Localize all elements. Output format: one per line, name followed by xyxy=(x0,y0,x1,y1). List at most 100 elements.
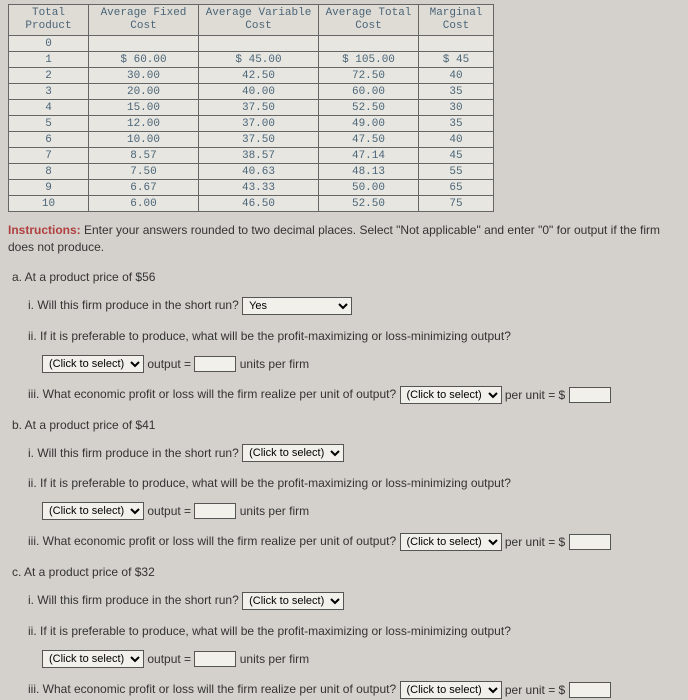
part-a-title: a. At a product price of $56 xyxy=(12,270,680,284)
c-q2-select[interactable]: (Click to select) xyxy=(42,650,144,668)
table-cell: 55 xyxy=(419,164,494,180)
table-cell: 40.63 xyxy=(199,164,319,180)
table-cell: 65 xyxy=(419,180,494,196)
table-cell: 0 xyxy=(9,36,89,52)
table-cell: 2 xyxy=(9,68,89,84)
table-cell: 15.00 xyxy=(89,100,199,116)
table-cell: 50.00 xyxy=(319,180,419,196)
table-cell: $ 60.00 xyxy=(89,52,199,68)
part-c-title: c. At a product price of $32 xyxy=(12,565,680,579)
table-cell xyxy=(89,36,199,52)
table-cell: 10.00 xyxy=(89,132,199,148)
b-q1-text: i. Will this firm produce in the short r… xyxy=(28,446,239,460)
table-cell: 6 xyxy=(9,132,89,148)
b-q2-output-label: output = xyxy=(147,504,191,518)
th-avc: Average Variable Cost xyxy=(199,5,319,36)
c-q1-text: i. Will this firm produce in the short r… xyxy=(28,593,239,607)
cost-table: Total Product Average Fixed Cost Average… xyxy=(8,4,494,212)
table-cell xyxy=(319,36,419,52)
table-cell: 43.33 xyxy=(199,180,319,196)
instructions: Instructions: Enter your answers rounded… xyxy=(8,222,680,256)
table-cell: 20.00 xyxy=(89,84,199,100)
a-q2-text: ii. If it is preferable to produce, what… xyxy=(28,329,511,343)
c-q2-output-input[interactable] xyxy=(194,651,236,667)
table-cell: 10 xyxy=(9,196,89,212)
table-cell: 48.13 xyxy=(319,164,419,180)
table-cell: 35 xyxy=(419,116,494,132)
c-q3-select[interactable]: (Click to select) xyxy=(400,681,502,699)
table-cell: 47.14 xyxy=(319,148,419,164)
a-q3-text: iii. What economic profit or loss will t… xyxy=(28,387,396,401)
table-cell: 40 xyxy=(419,68,494,84)
table-row: 320.0040.0060.0035 xyxy=(9,84,494,100)
th-total-product: Total Product xyxy=(9,5,89,36)
a-q2-output-label: output = xyxy=(147,357,191,371)
table-cell: 30 xyxy=(419,100,494,116)
b-q2-units: units per firm xyxy=(240,504,309,518)
table-row: 87.5040.6348.1355 xyxy=(9,164,494,180)
c-q2-text: ii. If it is preferable to produce, what… xyxy=(28,624,511,638)
a-q1-text: i. Will this firm produce in the short r… xyxy=(28,298,239,312)
table-cell: $ 45.00 xyxy=(199,52,319,68)
th-afc: Average Fixed Cost xyxy=(89,5,199,36)
table-cell xyxy=(419,36,494,52)
table-cell: 45 xyxy=(419,148,494,164)
table-cell: 46.50 xyxy=(199,196,319,212)
instructions-lead: Instructions: xyxy=(8,223,81,237)
table-cell: 40 xyxy=(419,132,494,148)
table-row: 230.0042.5072.5040 xyxy=(9,68,494,84)
a-q1-select[interactable]: Yes xyxy=(242,297,352,315)
c-q3-input[interactable] xyxy=(569,682,611,698)
table-row: 610.0037.5047.5040 xyxy=(9,132,494,148)
table-cell: 38.57 xyxy=(199,148,319,164)
table-cell: 5 xyxy=(9,116,89,132)
table-cell: 4 xyxy=(9,100,89,116)
table-row: 106.0046.5052.5075 xyxy=(9,196,494,212)
table-cell xyxy=(199,36,319,52)
table-cell: 6.67 xyxy=(89,180,199,196)
table-cell: 12.00 xyxy=(89,116,199,132)
table-cell: 3 xyxy=(9,84,89,100)
table-cell: 8 xyxy=(9,164,89,180)
table-cell: 35 xyxy=(419,84,494,100)
a-q2-units: units per firm xyxy=(240,357,309,371)
table-cell: 40.00 xyxy=(199,84,319,100)
table-cell: $ 45 xyxy=(419,52,494,68)
b-q2-select[interactable]: (Click to select) xyxy=(42,502,144,520)
table-row: 1$ 60.00$ 45.00$ 105.00$ 45 xyxy=(9,52,494,68)
b-q3-input[interactable] xyxy=(569,534,611,550)
table-row: 415.0037.5052.5030 xyxy=(9,100,494,116)
table-cell: 30.00 xyxy=(89,68,199,84)
table-cell: 72.50 xyxy=(319,68,419,84)
table-row: 512.0037.0049.0035 xyxy=(9,116,494,132)
table-cell: 9 xyxy=(9,180,89,196)
th-atc: Average Total Cost xyxy=(319,5,419,36)
table-cell: 52.50 xyxy=(319,100,419,116)
table-cell: 52.50 xyxy=(319,196,419,212)
table-cell: 75 xyxy=(419,196,494,212)
a-q3-input[interactable] xyxy=(569,387,611,403)
table-cell: 37.50 xyxy=(199,132,319,148)
b-q3-perunit: per unit = $ xyxy=(505,535,565,549)
table-cell: 7.50 xyxy=(89,164,199,180)
table-cell: 47.50 xyxy=(319,132,419,148)
c-q2-output-label: output = xyxy=(147,652,191,666)
b-q3-text: iii. What economic profit or loss will t… xyxy=(28,534,396,548)
a-q2-select[interactable]: (Click to select) xyxy=(42,355,144,373)
table-cell: 7 xyxy=(9,148,89,164)
instructions-text: Enter your answers rounded to two decima… xyxy=(8,223,660,254)
table-cell: 6.00 xyxy=(89,196,199,212)
a-q3-select[interactable]: (Click to select) xyxy=(400,386,502,404)
c-q3-perunit: per unit = $ xyxy=(505,683,565,697)
part-b-title: b. At a product price of $41 xyxy=(12,418,680,432)
a-q2-output-input[interactable] xyxy=(194,356,236,372)
table-cell: 37.00 xyxy=(199,116,319,132)
table-cell: 1 xyxy=(9,52,89,68)
c-q1-select[interactable]: (Click to select) xyxy=(242,592,344,610)
b-q2-output-input[interactable] xyxy=(194,503,236,519)
table-row: 96.6743.3350.0065 xyxy=(9,180,494,196)
b-q3-select[interactable]: (Click to select) xyxy=(400,533,502,551)
b-q1-select[interactable]: (Click to select) xyxy=(242,444,344,462)
a-q3-perunit: per unit = $ xyxy=(505,388,565,402)
table-cell: 49.00 xyxy=(319,116,419,132)
